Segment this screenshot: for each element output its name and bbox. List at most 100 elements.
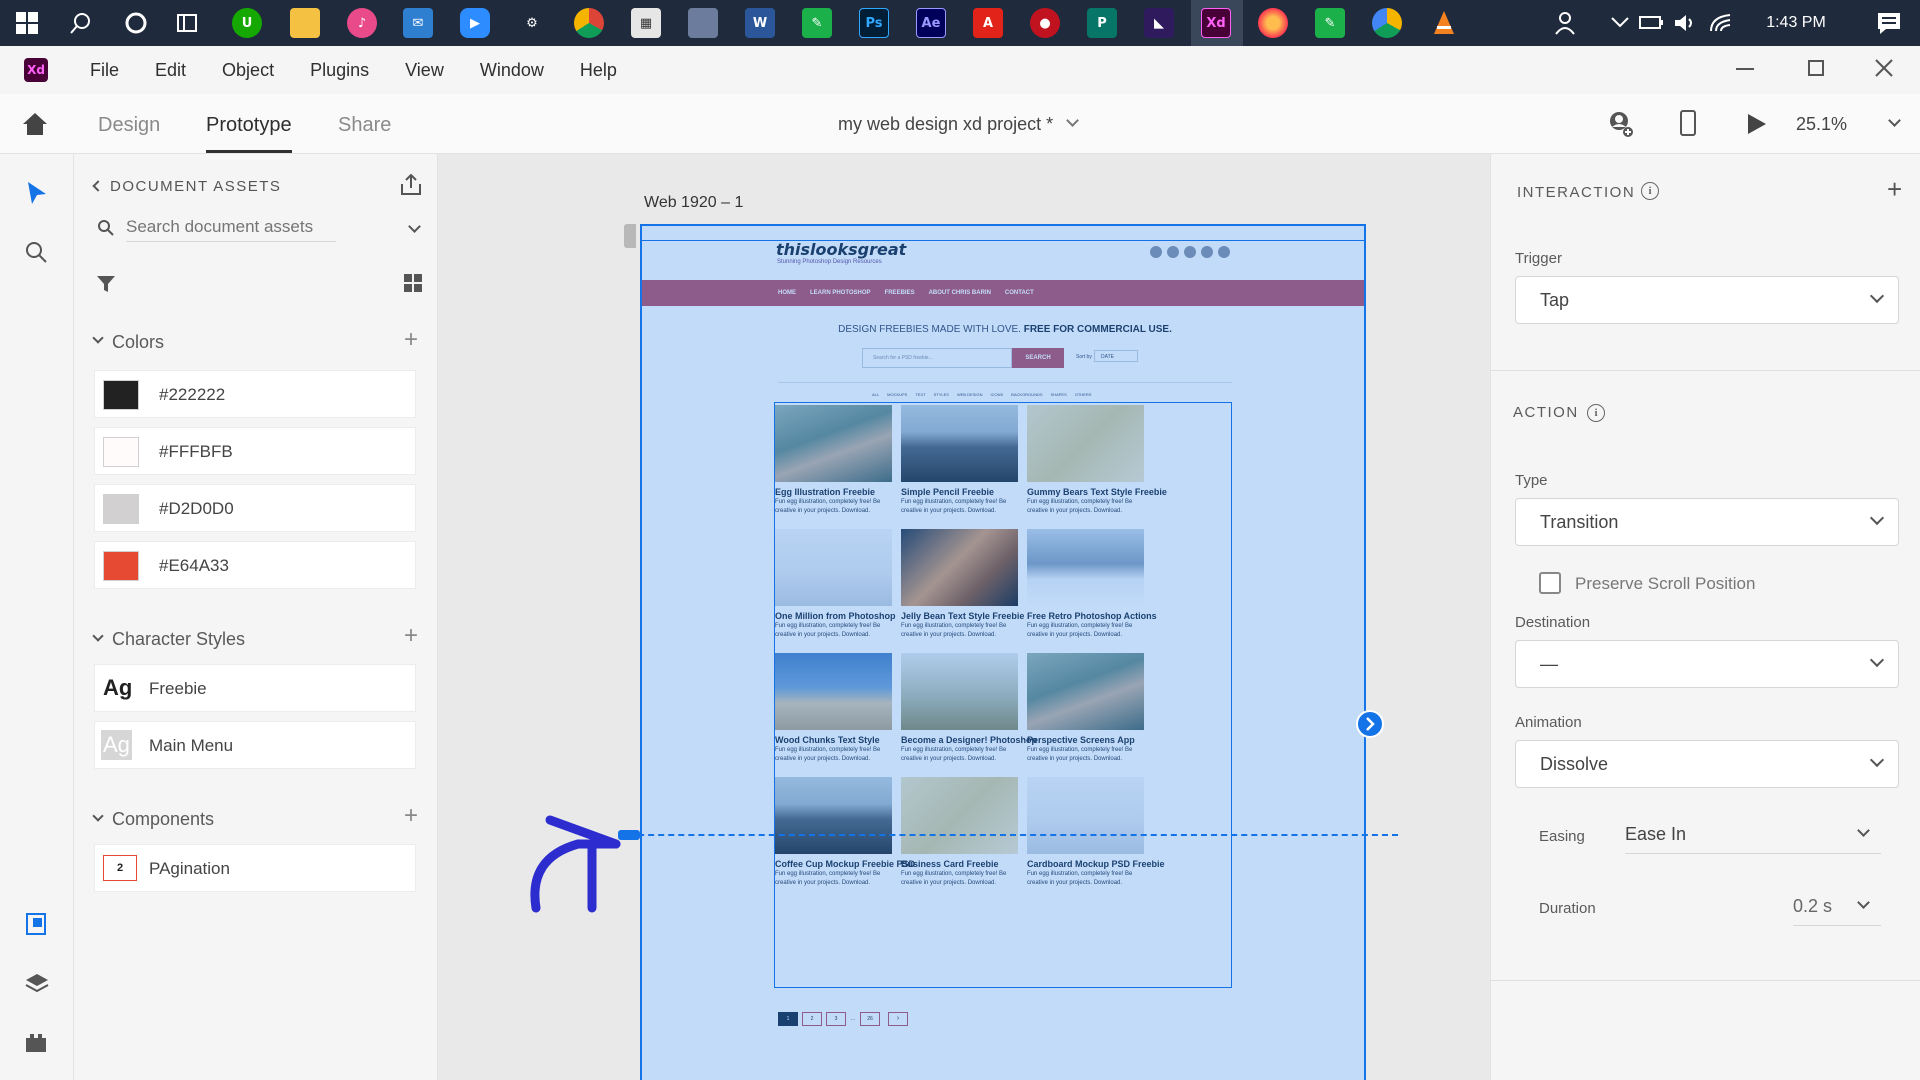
task-view-icon[interactable] xyxy=(172,8,202,38)
tab-prototype[interactable]: Prototype xyxy=(206,114,292,137)
add-component-icon[interactable]: + xyxy=(404,802,418,830)
itunes-icon[interactable]: ♪ xyxy=(347,8,377,38)
unknown-app-icon[interactable]: ⚙ xyxy=(517,8,547,38)
card-title[interactable]: Perspective Screens App xyxy=(1027,735,1135,745)
next-page-button[interactable]: › xyxy=(888,1012,908,1026)
filter-item[interactable]: ALL xyxy=(872,392,879,397)
menu-object[interactable]: Object xyxy=(222,60,274,81)
notifications-icon[interactable] xyxy=(1876,10,1902,41)
card-title[interactable]: Egg Illustration Freebie xyxy=(775,487,875,497)
card-image[interactable] xyxy=(1027,529,1144,606)
card-image[interactable] xyxy=(775,405,892,482)
artboard-name[interactable]: Web 1920 – 1 xyxy=(644,194,743,212)
close-icon[interactable] xyxy=(1874,58,1894,83)
volume-icon[interactable] xyxy=(1672,11,1698,40)
device-preview-icon[interactable] xyxy=(1680,110,1696,136)
windows-start-icon[interactable] xyxy=(12,8,42,38)
page-button[interactable]: 2 xyxy=(802,1012,822,1026)
card-title[interactable]: Wood Chunks Text Style xyxy=(775,735,880,745)
home-artboard-marker[interactable] xyxy=(624,224,636,248)
layers-icon[interactable] xyxy=(24,972,50,1001)
filter-item[interactable]: TEXT xyxy=(915,392,925,397)
wifi-icon[interactable] xyxy=(1708,11,1734,40)
vlc-icon[interactable] xyxy=(1429,8,1459,38)
word-icon[interactable]: W xyxy=(745,8,775,38)
card-image[interactable] xyxy=(775,653,892,730)
photoshop-icon[interactable]: Ps xyxy=(859,8,889,38)
card-image[interactable] xyxy=(1027,777,1144,854)
filter-item[interactable]: MOCKUPS xyxy=(887,392,907,397)
card-image[interactable] xyxy=(1027,653,1144,730)
card-image[interactable] xyxy=(901,653,1018,730)
filter-icon[interactable] xyxy=(96,274,116,299)
clock[interactable]: 1:43 PM xyxy=(1746,14,1846,32)
file-explorer-icon[interactable] xyxy=(290,8,320,38)
color-swatch-row[interactable]: #FFFBFB xyxy=(94,427,416,475)
document-title[interactable]: my web design xd project * xyxy=(838,114,1053,135)
add-interaction-icon[interactable]: + xyxy=(1887,174,1902,205)
card-title[interactable]: Business Card Freebie xyxy=(901,859,999,869)
wire-connector-handle[interactable] xyxy=(1356,710,1384,738)
add-color-icon[interactable]: + xyxy=(404,326,418,354)
info-icon[interactable]: i xyxy=(1587,404,1605,422)
tab-share[interactable]: Share xyxy=(338,114,391,137)
chrome-canary-icon[interactable] xyxy=(1372,8,1402,38)
grid-view-icon[interactable] xyxy=(404,274,422,297)
collapse-colors-icon[interactable] xyxy=(92,332,104,344)
design-canvas[interactable]: Web 1920 – 1 thislooksgreat Stunning Pho… xyxy=(438,154,1490,1080)
site-nav-item[interactable]: LEARN PHOTOSHOP xyxy=(810,290,871,296)
assets-icon[interactable] xyxy=(25,912,49,941)
filter-item[interactable]: ICONS xyxy=(991,392,1004,397)
filter-item[interactable]: SHAPES xyxy=(1051,392,1067,397)
type-dropdown[interactable]: Transition xyxy=(1515,498,1899,546)
mail-icon[interactable]: ✉ xyxy=(403,8,433,38)
color-swatch-row[interactable]: #222222 xyxy=(94,370,416,418)
play-icon[interactable] xyxy=(1746,112,1768,141)
user-invite-icon[interactable] xyxy=(1606,110,1634,143)
character-style-row[interactable]: Ag Main Menu xyxy=(94,721,416,769)
store-icon[interactable]: ▦ xyxy=(631,8,661,38)
back-chevron-icon[interactable] xyxy=(92,180,104,192)
chevron-up-icon[interactable] xyxy=(1610,12,1630,37)
filter-item[interactable]: WEB DESIGN xyxy=(957,392,983,397)
card-image[interactable] xyxy=(901,405,1018,482)
card-title[interactable]: Gummy Bears Text Style Freebie xyxy=(1027,487,1167,497)
animation-dropdown[interactable]: Dissolve xyxy=(1515,740,1899,788)
battery-icon[interactable] xyxy=(1638,12,1664,37)
acrobat-icon[interactable]: A xyxy=(973,8,1003,38)
component-row[interactable]: 2 PAgination xyxy=(94,844,416,892)
chevron-down-icon[interactable] xyxy=(1066,114,1079,127)
zoom-icon[interactable]: ▶ xyxy=(460,8,490,38)
site-nav-item[interactable]: FREEBIES xyxy=(885,290,915,296)
sort-select[interactable]: DATE xyxy=(1094,350,1138,362)
card-title[interactable]: One Million from Photoshop xyxy=(775,611,896,621)
site-search-input[interactable]: Search for a PSD freebie... xyxy=(862,348,1012,368)
card-title[interactable]: Simple Pencil Freebie xyxy=(901,487,994,497)
card-image[interactable] xyxy=(901,777,1018,854)
card-title[interactable]: Free Retro Photoshop Actions xyxy=(1027,611,1157,621)
menu-window[interactable]: Window xyxy=(480,60,544,81)
color-swatch-row[interactable]: #E64A33 xyxy=(94,541,416,589)
publisher-icon[interactable]: P xyxy=(1087,8,1117,38)
app-icon[interactable]: ✎ xyxy=(1315,8,1345,38)
home-icon[interactable] xyxy=(22,112,48,141)
filter-item[interactable]: STYLES xyxy=(934,392,949,397)
color-swatch-row[interactable]: #D2D0D0 xyxy=(94,484,416,532)
app-icon[interactable]: ● xyxy=(1030,8,1060,38)
menu-help[interactable]: Help xyxy=(580,60,617,81)
site-nav-item[interactable]: ABOUT CHRIS BARIN xyxy=(929,290,991,296)
page-button[interactable]: 3 xyxy=(826,1012,846,1026)
app-icon[interactable]: ✎ xyxy=(802,8,832,38)
menu-plugins[interactable]: Plugins xyxy=(310,60,369,81)
search-dropdown-icon[interactable] xyxy=(408,220,421,233)
select-tool-icon[interactable] xyxy=(26,180,48,211)
social-icon[interactable] xyxy=(1201,246,1213,258)
upwork-icon[interactable]: U xyxy=(232,8,262,38)
social-icon[interactable] xyxy=(1167,246,1179,258)
filter-item[interactable]: BACKGROUNDS xyxy=(1011,392,1042,397)
page-button[interactable]: 1 xyxy=(778,1012,798,1026)
zoom-tool-icon[interactable] xyxy=(24,240,48,269)
duration-dropdown[interactable]: 0.2 s xyxy=(1793,886,1881,926)
menu-file[interactable]: File xyxy=(90,60,119,81)
scroll-position-guide[interactable] xyxy=(618,834,1398,836)
